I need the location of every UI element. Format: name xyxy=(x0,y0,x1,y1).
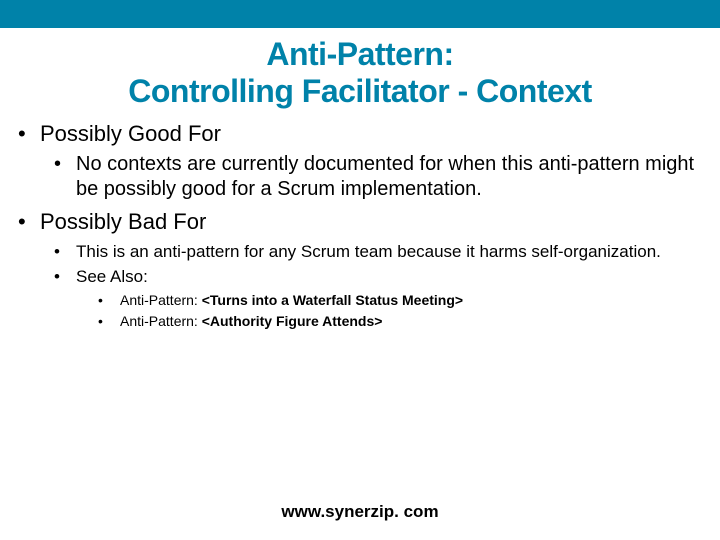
see-also-0-bold: <Turns into a Waterfall Status Meeting> xyxy=(202,292,463,308)
list-item: • See Also: • Anti-Pattern: <Turns into … xyxy=(54,266,702,331)
list-item: • Possibly Bad For • This is an anti-pat… xyxy=(18,208,702,330)
bullet-icon: • xyxy=(54,152,76,177)
bullet-list: • Possibly Good For • No contexts are cu… xyxy=(18,120,702,331)
list-item: • Possibly Good For • No contexts are cu… xyxy=(18,120,702,203)
bullet-icon: • xyxy=(98,291,120,309)
title-line-1: Anti-Pattern: xyxy=(266,36,453,72)
see-also-1-prefix: Anti-Pattern: xyxy=(120,313,202,329)
list-item: • No contexts are currently documented f… xyxy=(54,152,702,202)
footer-url: www.synerzip. com xyxy=(0,502,720,522)
see-also-1-bold: <Authority Figure Attends> xyxy=(202,313,383,329)
see-also-0-prefix: Anti-Pattern: xyxy=(120,292,202,308)
top-bar xyxy=(0,0,720,28)
title-line-2: Controlling Facilitator - Context xyxy=(128,73,591,109)
slide-title: Anti-Pattern: Controlling Facilitator - … xyxy=(0,28,720,116)
see-also-1: Anti-Pattern: <Authority Figure Attends> xyxy=(120,312,382,330)
list-item: • This is an anti-pattern for any Scrum … xyxy=(54,241,702,262)
list-item: • Anti-Pattern: <Authority Figure Attend… xyxy=(98,312,702,330)
bullet-icon: • xyxy=(54,266,76,287)
bullet-icon: • xyxy=(18,208,40,237)
bad-item-0: This is an anti-pattern for any Scrum te… xyxy=(76,241,661,262)
list-item: • Anti-Pattern: <Turns into a Waterfall … xyxy=(98,291,702,309)
bullet-icon: • xyxy=(98,312,120,330)
see-also-0: Anti-Pattern: <Turns into a Waterfall St… xyxy=(120,291,463,309)
section-heading-good: Possibly Good For xyxy=(40,120,221,149)
bullet-icon: • xyxy=(54,241,76,262)
section-heading-bad: Possibly Bad For xyxy=(40,208,206,237)
bullet-icon: • xyxy=(18,120,40,149)
good-item-0: No contexts are currently documented for… xyxy=(76,152,702,202)
content-area: • Possibly Good For • No contexts are cu… xyxy=(0,116,720,331)
bad-item-1: See Also: xyxy=(76,266,148,287)
